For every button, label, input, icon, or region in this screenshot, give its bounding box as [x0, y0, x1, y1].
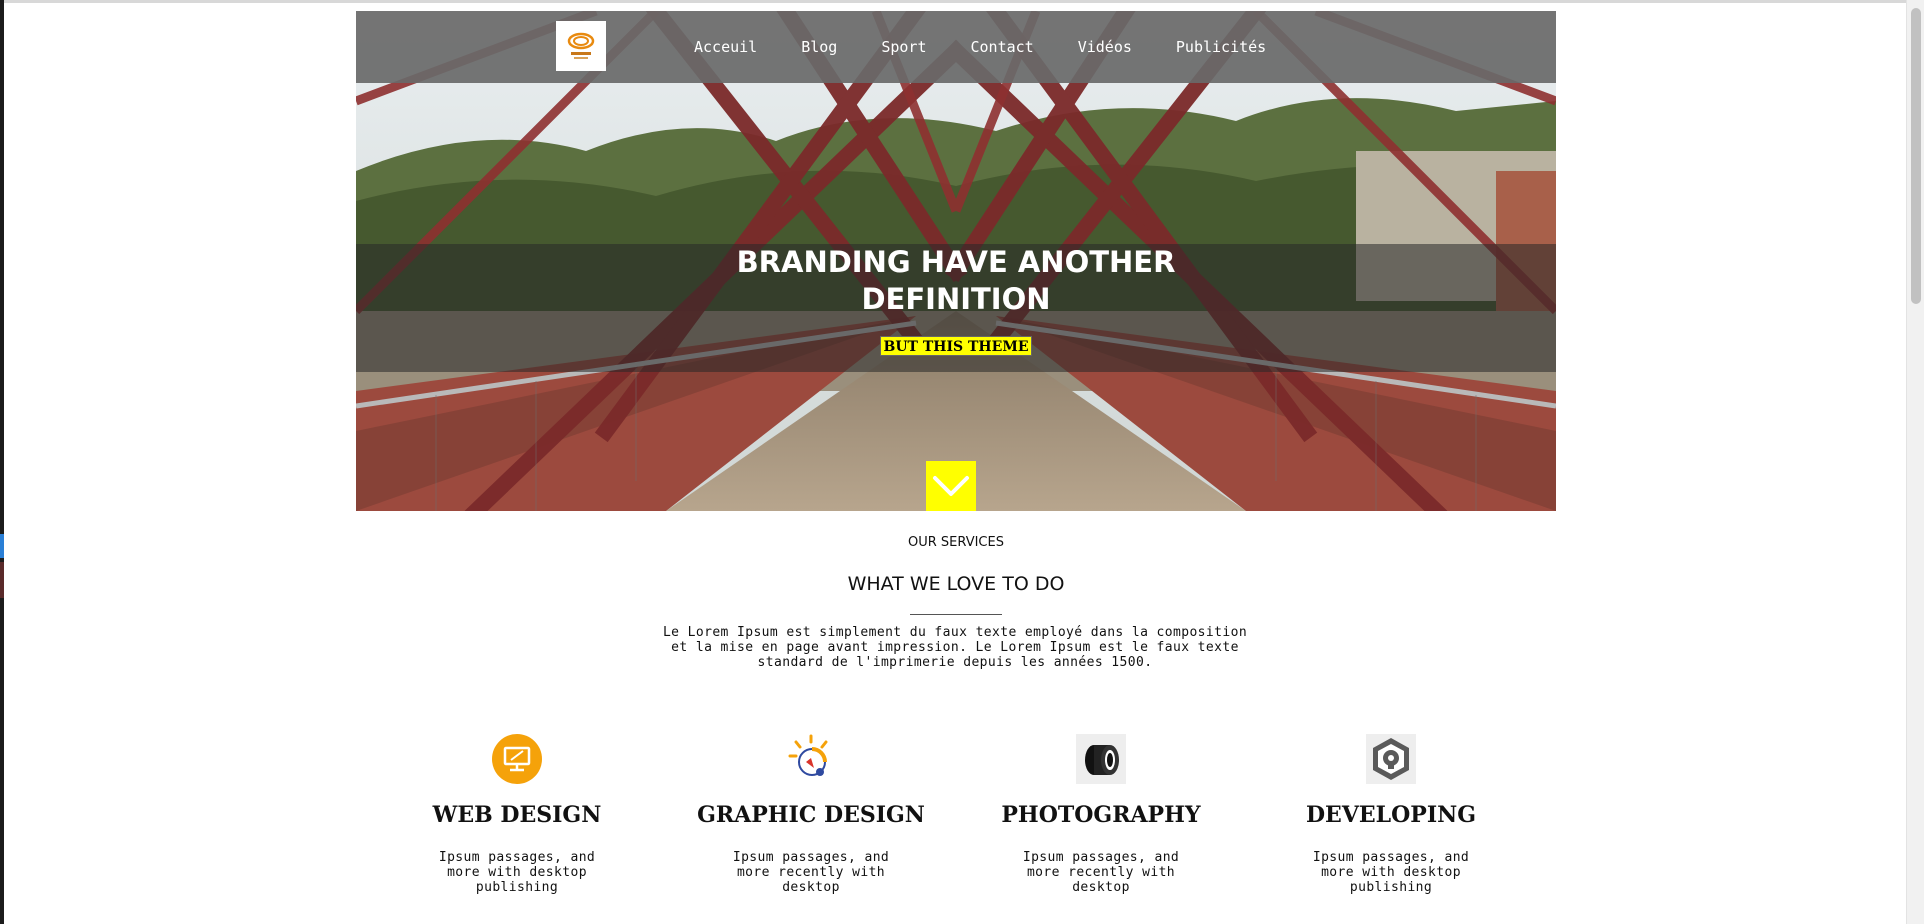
- monitor-icon: [492, 734, 542, 784]
- service-card-photography: PHOTOGRAPHY Ipsum passages, and more rec…: [976, 734, 1226, 895]
- hero-title-line-2: DEFINITION: [861, 282, 1051, 316]
- services-kicker: OUR SERVICES: [908, 535, 1004, 550]
- service-text: Ipsum passages, and more recently with d…: [732, 850, 890, 895]
- service-card-graphic-design: GRAPHIC DESIGN Ipsum passages, and more …: [686, 734, 936, 895]
- nav-item-contact[interactable]: Contact: [971, 38, 1034, 56]
- service-title: GRAPHIC DESIGN: [697, 802, 925, 828]
- services-title: WHAT WE LOVE TO DO: [847, 573, 1065, 595]
- logo-icon: [567, 32, 595, 59]
- services-divider: [910, 614, 1002, 615]
- hero-cta-button[interactable]: BUT THIS THEME: [880, 336, 1032, 356]
- services-description: Le Lorem Ipsum est simplement du faux te…: [662, 625, 1248, 670]
- site-logo[interactable]: [556, 21, 606, 71]
- service-text: Ipsum passages, and more with desktop pu…: [1312, 850, 1470, 895]
- service-title: DEVELOPING: [1305, 802, 1477, 828]
- service-text: Ipsum passages, and more recently with d…: [1022, 850, 1180, 895]
- scroll-down-button[interactable]: [926, 461, 976, 511]
- service-title: PHOTOGRAPHY: [1001, 802, 1201, 828]
- service-card-developing: DEVELOPING Ipsum passages, and more with…: [1266, 734, 1516, 895]
- nav-item-videos[interactable]: Vidéos: [1078, 38, 1132, 56]
- gear-head-icon: [1366, 734, 1416, 784]
- scrollbar-thumb[interactable]: [1911, 8, 1921, 304]
- nav-item-blog[interactable]: Blog: [801, 38, 837, 56]
- page-scrollbar[interactable]: [1906, 0, 1924, 924]
- service-title: WEB DESIGN: [432, 802, 602, 828]
- window-left-edge: [0, 0, 4, 924]
- hero-title-line-1: BRANDING HAVE ANOTHER: [736, 245, 1176, 279]
- nav-menu: Acceuil Blog Sport Contact Vidéos Public…: [694, 11, 1310, 83]
- service-text: Ipsum passages, and more with desktop pu…: [438, 850, 596, 895]
- nav-item-sport[interactable]: Sport: [881, 38, 926, 56]
- browser-top-line: [0, 0, 1924, 3]
- service-card-web-design: WEB DESIGN Ipsum passages, and more with…: [392, 734, 642, 895]
- chevron-down-icon: [933, 476, 969, 496]
- hero-section: Acceuil Blog Sport Contact Vidéos Public…: [356, 11, 1556, 511]
- top-navbar: Acceuil Blog Sport Contact Vidéos Public…: [356, 11, 1556, 83]
- nav-item-publicites[interactable]: Publicités: [1176, 38, 1266, 56]
- palette-icon: [786, 734, 836, 784]
- nav-item-acceuil[interactable]: Acceuil: [694, 38, 757, 56]
- hero-title: BRANDING HAVE ANOTHER DEFINITION: [706, 244, 1206, 318]
- camera-lens-icon: [1076, 734, 1126, 784]
